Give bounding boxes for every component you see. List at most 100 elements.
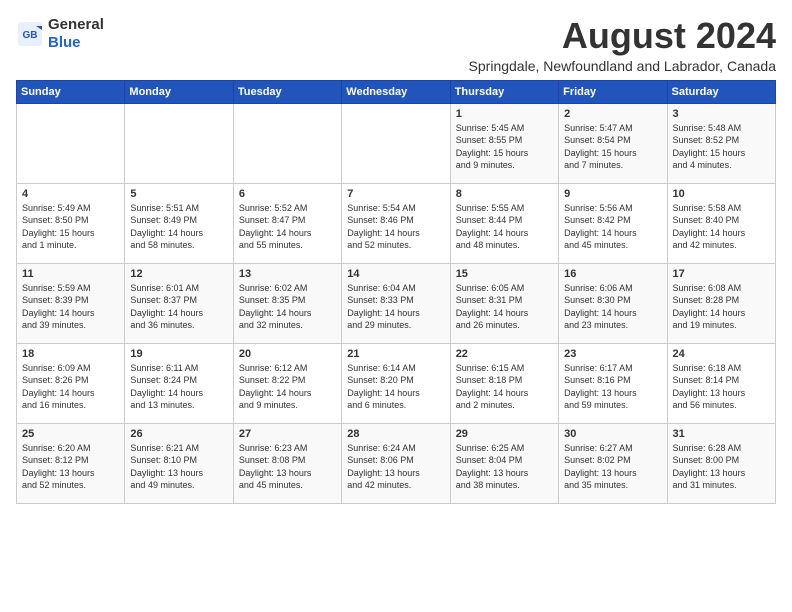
calendar-cell-w3-d2: 12Sunrise: 6:01 AM Sunset: 8:37 PM Dayli…	[125, 263, 233, 343]
weekday-header-tuesday: Tuesday	[233, 80, 341, 103]
day-info-26: Sunrise: 6:21 AM Sunset: 8:10 PM Dayligh…	[130, 442, 227, 492]
calendar-cell-w5-d7: 31 Sunrise: 6:28 AM Sunset: 8:00 PM Dayli…	[667, 423, 775, 503]
calendar-cell-w1-d7: 3 Sunrise: 5:48 AM Sunset: 8:52 PM Daylig…	[667, 103, 775, 183]
day-number-31: 31	[673, 428, 770, 440]
day-number-17: 17	[673, 268, 770, 280]
calendar-cell-w2-d4: 7 Sunrise: 5:54 AM Sunset: 8:46 PM Daylig…	[342, 183, 450, 263]
day-info-10: Sunrise: 5:58 AM Sunset: 8:40 PM Dayligh…	[673, 202, 770, 252]
header: GB General Blue August 2024 Springdale, …	[16, 16, 776, 74]
day-number-20: 20	[239, 348, 336, 360]
day-number-22: 22	[456, 348, 553, 360]
day-number-1: 1	[456, 108, 553, 120]
day-number-19: 19	[130, 348, 227, 360]
day-number-9: 9	[564, 188, 661, 200]
day-number-8: 8	[456, 188, 553, 200]
calendar-cell-w3-d7: 17 Sunrise: 6:08 AM Sunset: 8:28 PM Dayli…	[667, 263, 775, 343]
calendar-cell-w4-d1: 18 Sunrise: 6:09 AM Sunset: 8:26 PM Dayli…	[17, 343, 125, 423]
day-info-1: Sunrise: 5:45 AM Sunset: 8:55 PM Dayligh…	[456, 122, 553, 172]
day-number-26: 26	[130, 428, 227, 440]
calendar-cell-w4-d5: 22 Sunrise: 6:15 AM Sunset: 8:18 PM Dayli…	[450, 343, 558, 423]
calendar-cell-w3-d6: 16 Sunrise: 6:06 AM Sunset: 8:30 PM Dayli…	[559, 263, 667, 343]
day-number-3: 3	[673, 108, 770, 120]
logo: GB General Blue	[16, 16, 104, 52]
calendar-cell-w4-d2: 19Sunrise: 6:11 AM Sunset: 8:24 PM Dayli…	[125, 343, 233, 423]
day-number-27: 27	[239, 428, 336, 440]
day-info-8: Sunrise: 5:55 AM Sunset: 8:44 PM Dayligh…	[456, 202, 553, 252]
day-info-9: Sunrise: 5:56 AM Sunset: 8:42 PM Dayligh…	[564, 202, 661, 252]
day-number-16: 16	[564, 268, 661, 280]
day-info-21: Sunrise: 6:14 AM Sunset: 8:20 PM Dayligh…	[347, 362, 444, 412]
day-info-23: Sunrise: 6:17 AM Sunset: 8:16 PM Dayligh…	[564, 362, 661, 412]
day-info-25: Sunrise: 6:20 AM Sunset: 8:12 PM Dayligh…	[22, 442, 119, 492]
calendar-table: SundayMondayTuesdayWednesdayThursdayFrid…	[16, 80, 776, 504]
day-number-11: 11	[22, 268, 119, 280]
calendar-cell-w1-d3	[233, 103, 341, 183]
calendar-cell-w4-d6: 23 Sunrise: 6:17 AM Sunset: 8:16 PM Dayli…	[559, 343, 667, 423]
weekday-header-sunday: Sunday	[17, 80, 125, 103]
calendar-cell-w1-d4	[342, 103, 450, 183]
calendar-cell-w2-d2: 5 Sunrise: 5:51 AM Sunset: 8:49 PM Daylig…	[125, 183, 233, 263]
day-number-18: 18	[22, 348, 119, 360]
day-number-4: 4	[22, 188, 119, 200]
day-info-20: Sunrise: 6:12 AM Sunset: 8:22 PM Dayligh…	[239, 362, 336, 412]
calendar-cell-w2-d1: 4 Sunrise: 5:49 AM Sunset: 8:50 PM Daylig…	[17, 183, 125, 263]
day-number-14: 14	[347, 268, 444, 280]
calendar-cell-w2-d5: 8 Sunrise: 5:55 AM Sunset: 8:44 PM Daylig…	[450, 183, 558, 263]
day-number-7: 7	[347, 188, 444, 200]
weekday-header-wednesday: Wednesday	[342, 80, 450, 103]
day-info-7: Sunrise: 5:54 AM Sunset: 8:46 PM Dayligh…	[347, 202, 444, 252]
day-info-6: Sunrise: 5:52 AM Sunset: 8:47 PM Dayligh…	[239, 202, 336, 252]
day-number-10: 10	[673, 188, 770, 200]
weekday-header-thursday: Thursday	[450, 80, 558, 103]
day-number-25: 25	[22, 428, 119, 440]
day-info-12: Sunrise: 6:01 AM Sunset: 8:37 PM Dayligh…	[130, 282, 227, 332]
weekday-header-friday: Friday	[559, 80, 667, 103]
calendar-cell-w4-d3: 20 Sunrise: 6:12 AM Sunset: 8:22 PM Dayli…	[233, 343, 341, 423]
svg-text:GB: GB	[23, 30, 38, 41]
weekday-header-saturday: Saturday	[667, 80, 775, 103]
calendar-cell-w2-d3: 6Sunrise: 5:52 AM Sunset: 8:47 PM Daylig…	[233, 183, 341, 263]
location-subtitle: Springdale, Newfoundland and Labrador, C…	[469, 58, 776, 74]
calendar-cell-w5-d4: 28 Sunrise: 6:24 AM Sunset: 8:06 PM Dayli…	[342, 423, 450, 503]
calendar-cell-w4-d7: 24Sunrise: 6:18 AM Sunset: 8:14 PM Dayli…	[667, 343, 775, 423]
day-info-13: Sunrise: 6:02 AM Sunset: 8:35 PM Dayligh…	[239, 282, 336, 332]
day-info-29: Sunrise: 6:25 AM Sunset: 8:04 PM Dayligh…	[456, 442, 553, 492]
day-number-2: 2	[564, 108, 661, 120]
calendar-cell-w2-d6: 9 Sunrise: 5:56 AM Sunset: 8:42 PM Daylig…	[559, 183, 667, 263]
day-number-5: 5	[130, 188, 227, 200]
day-info-17: Sunrise: 6:08 AM Sunset: 8:28 PM Dayligh…	[673, 282, 770, 332]
day-number-21: 21	[347, 348, 444, 360]
day-info-31: Sunrise: 6:28 AM Sunset: 8:00 PM Dayligh…	[673, 442, 770, 492]
logo-blue-text: Blue	[48, 34, 81, 51]
day-number-23: 23	[564, 348, 661, 360]
day-info-18: Sunrise: 6:09 AM Sunset: 8:26 PM Dayligh…	[22, 362, 119, 412]
calendar-cell-w4-d4: 21 Sunrise: 6:14 AM Sunset: 8:20 PM Dayli…	[342, 343, 450, 423]
day-number-15: 15	[456, 268, 553, 280]
title-block: August 2024 Springdale, Newfoundland and…	[469, 16, 776, 74]
logo-general-text: General	[48, 16, 104, 33]
calendar-cell-w5-d3: 27 Sunrise: 6:23 AM Sunset: 8:08 PM Dayli…	[233, 423, 341, 503]
day-info-4: Sunrise: 5:49 AM Sunset: 8:50 PM Dayligh…	[22, 202, 119, 252]
day-info-15: Sunrise: 6:05 AM Sunset: 8:31 PM Dayligh…	[456, 282, 553, 332]
calendar-cell-w2-d7: 10 Sunrise: 5:58 AM Sunset: 8:40 PM Dayli…	[667, 183, 775, 263]
calendar-cell-w1-d6: 2 Sunrise: 5:47 AM Sunset: 8:54 PM Daylig…	[559, 103, 667, 183]
day-info-5: Sunrise: 5:51 AM Sunset: 8:49 PM Dayligh…	[130, 202, 227, 252]
day-info-16: Sunrise: 6:06 AM Sunset: 8:30 PM Dayligh…	[564, 282, 661, 332]
day-info-3: Sunrise: 5:48 AM Sunset: 8:52 PM Dayligh…	[673, 122, 770, 172]
month-year-title: August 2024	[469, 16, 776, 56]
day-number-28: 28	[347, 428, 444, 440]
day-info-30: Sunrise: 6:27 AM Sunset: 8:02 PM Dayligh…	[564, 442, 661, 492]
day-info-27: Sunrise: 6:23 AM Sunset: 8:08 PM Dayligh…	[239, 442, 336, 492]
day-info-22: Sunrise: 6:15 AM Sunset: 8:18 PM Dayligh…	[456, 362, 553, 412]
day-info-24: Sunrise: 6:18 AM Sunset: 8:14 PM Dayligh…	[673, 362, 770, 412]
day-info-14: Sunrise: 6:04 AM Sunset: 8:33 PM Dayligh…	[347, 282, 444, 332]
calendar-cell-w1-d2	[125, 103, 233, 183]
logo-icon: GB	[16, 20, 44, 48]
day-info-2: Sunrise: 5:47 AM Sunset: 8:54 PM Dayligh…	[564, 122, 661, 172]
calendar-cell-w3-d1: 11Sunrise: 5:59 AM Sunset: 8:39 PM Dayli…	[17, 263, 125, 343]
calendar-cell-w3-d5: 15 Sunrise: 6:05 AM Sunset: 8:31 PM Dayli…	[450, 263, 558, 343]
day-info-28: Sunrise: 6:24 AM Sunset: 8:06 PM Dayligh…	[347, 442, 444, 492]
calendar-cell-w5-d2: 26 Sunrise: 6:21 AM Sunset: 8:10 PM Dayli…	[125, 423, 233, 503]
day-number-29: 29	[456, 428, 553, 440]
calendar-cell-w3-d4: 14 Sunrise: 6:04 AM Sunset: 8:33 PM Dayli…	[342, 263, 450, 343]
